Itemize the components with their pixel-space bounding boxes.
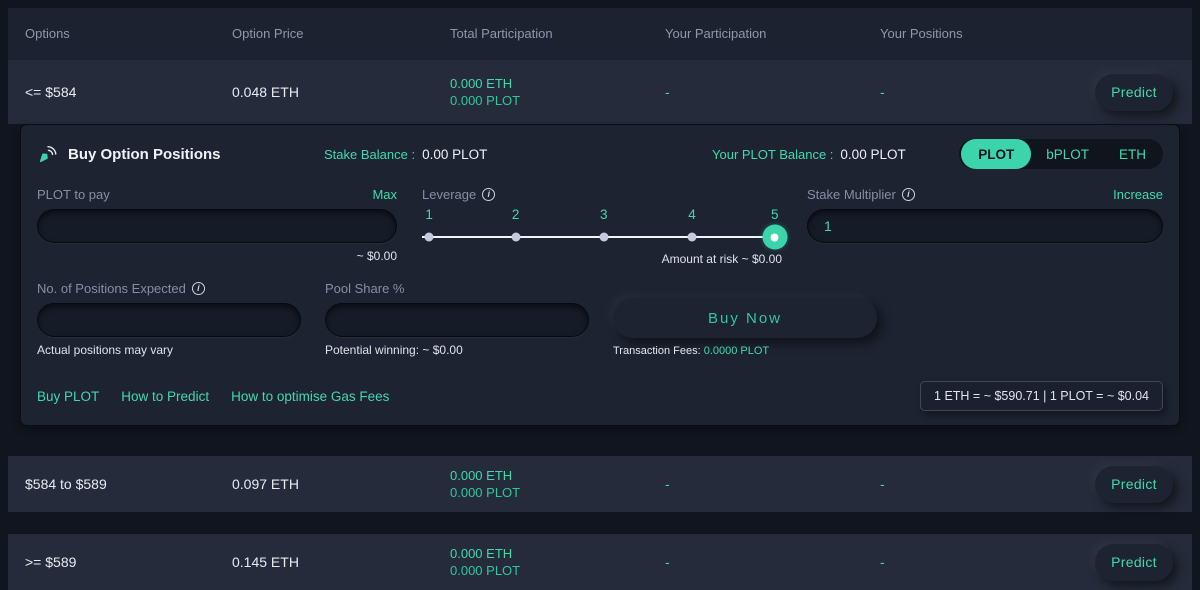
toggle-plot[interactable]: PLOT xyxy=(961,139,1032,169)
table-header: Options Option Price Total Participation… xyxy=(8,8,1192,60)
slider-stop-1[interactable] xyxy=(424,232,434,242)
predict-button[interactable]: Predict xyxy=(1095,543,1173,581)
header-option-price: Option Price xyxy=(232,26,304,41)
currency-toggle: PLOT bPLOT ETH xyxy=(959,139,1163,169)
pay-field-group: PLOT to pay Max ~ $0.00 xyxy=(37,184,397,266)
total-eth: 0.000 ETH xyxy=(450,468,513,483)
leverage-level-1[interactable]: 1 xyxy=(425,207,433,222)
total-eth: 0.000 ETH xyxy=(450,546,513,561)
leverage-level-5[interactable]: 5 xyxy=(771,207,779,222)
table-row: >= $589 0.145 ETH 0.000 ETH 0.000 PLOT -… xyxy=(8,534,1192,590)
optimise-gas-fees-link[interactable]: How to optimise Gas Fees xyxy=(231,389,389,404)
toggle-eth[interactable]: ETH xyxy=(1104,139,1161,169)
max-link[interactable]: Max xyxy=(372,187,397,202)
pool-share-group: Pool Share % Potential winning: ~ $0.00 xyxy=(325,278,589,357)
slider-stop-2[interactable] xyxy=(511,232,521,242)
total-participation: 0.000 ETH 0.000 PLOT xyxy=(450,545,665,579)
pay-input[interactable] xyxy=(37,209,397,243)
pool-share-input[interactable] xyxy=(325,303,589,337)
header-total-participation: Total Participation xyxy=(450,26,553,41)
buy-option-positions-panel: Buy Option Positions Stake Balance : 0.0… xyxy=(20,124,1180,426)
stake-balance-value: 0.00 PLOT xyxy=(422,146,488,162)
toggle-bplot[interactable]: bPLOT xyxy=(1031,139,1104,169)
total-plot: 0.000 PLOT xyxy=(450,485,521,500)
positions-note: Actual positions may vary xyxy=(37,343,174,357)
leverage-info-icon[interactable]: i xyxy=(482,187,496,201)
slider-stop-3[interactable] xyxy=(599,232,609,242)
stake-multiplier-info-icon[interactable]: i xyxy=(901,187,915,201)
slider-thumb[interactable] xyxy=(762,224,788,250)
panel-title: Buy Option Positions xyxy=(68,145,221,163)
how-to-predict-link[interactable]: How to Predict xyxy=(121,389,209,404)
total-plot: 0.000 PLOT xyxy=(450,93,521,108)
predict-button[interactable]: Predict xyxy=(1095,465,1173,503)
buy-now-group: Buy Now Transaction Fees: 0.0000 PLOT xyxy=(613,278,877,357)
leverage-group: Leverage i 1 2 3 4 5 Amount at risk ~ $0… xyxy=(422,184,788,266)
header-your-participation: Your Participation xyxy=(665,26,767,41)
table-row: $584 to $589 0.097 ETH 0.000 ETH 0.000 P… xyxy=(8,456,1192,512)
option-range: $584 to $589 xyxy=(25,476,107,492)
stake-balance-label: Stake Balance : xyxy=(324,146,416,162)
your-participation: - xyxy=(665,476,670,492)
total-participation: 0.000 ETH 0.000 PLOT xyxy=(450,75,665,109)
total-eth: 0.000 ETH xyxy=(450,76,513,91)
option-price: 0.097 ETH xyxy=(232,476,299,492)
header-your-positions: Your Positions xyxy=(880,26,963,41)
option-price: 0.048 ETH xyxy=(232,84,299,100)
positions-expected-info-icon[interactable]: i xyxy=(191,281,205,295)
leverage-level-2[interactable]: 2 xyxy=(512,207,520,222)
plot-balance-value: 0.00 PLOT xyxy=(840,146,906,162)
potential-winning-note: Potential winning: ~ $0.00 xyxy=(325,343,463,357)
option-range: >= $589 xyxy=(25,554,77,570)
plot-balance-label: Your PLOT Balance : xyxy=(712,146,834,162)
pay-usd-estimate: ~ $0.00 xyxy=(356,249,397,263)
exchange-rates: 1 ETH = ~ $590.71 | 1 PLOT = ~ $0.04 xyxy=(920,381,1163,411)
positions-expected-label: No. of Positions Expected xyxy=(37,280,186,296)
buy-positions-icon xyxy=(37,143,59,165)
stake-multiplier-label: Stake Multiplier xyxy=(807,186,896,202)
pool-share-label: Pool Share % xyxy=(325,280,405,296)
option-price: 0.145 ETH xyxy=(232,554,299,570)
buy-now-button[interactable]: Buy Now xyxy=(613,298,877,338)
your-positions: - xyxy=(880,476,885,492)
transaction-fees-value: 0.0000 PLOT xyxy=(703,345,770,357)
stake-multiplier-input[interactable] xyxy=(807,209,1163,243)
total-plot: 0.000 PLOT xyxy=(450,563,521,578)
your-positions: - xyxy=(880,554,885,570)
leverage-level-3[interactable]: 3 xyxy=(600,207,608,222)
amount-at-risk: Amount at risk ~ $0.00 xyxy=(661,252,782,266)
table-row: <= $584 0.048 ETH 0.000 ETH 0.000 PLOT -… xyxy=(8,60,1192,124)
positions-expected-input[interactable] xyxy=(37,303,301,337)
predict-button[interactable]: Predict xyxy=(1095,73,1173,111)
option-range: <= $584 xyxy=(25,84,77,100)
slider-stop-4[interactable] xyxy=(687,232,697,242)
leverage-label: Leverage xyxy=(422,186,477,202)
your-positions: - xyxy=(880,84,885,100)
leverage-level-4[interactable]: 4 xyxy=(688,207,696,222)
buy-plot-link[interactable]: Buy PLOT xyxy=(37,389,99,404)
stake-multiplier-group: Stake Multiplier i Increase xyxy=(807,184,1163,266)
header-options: Options xyxy=(25,26,70,41)
total-participation: 0.000 ETH 0.000 PLOT xyxy=(450,467,665,501)
positions-expected-group: No. of Positions Expected i Actual posit… xyxy=(37,278,301,357)
pay-label: PLOT to pay xyxy=(37,186,110,202)
your-participation: - xyxy=(665,554,670,570)
options-trading-page: Options Option Price Total Participation… xyxy=(0,0,1200,590)
your-participation: - xyxy=(665,84,670,100)
increase-link[interactable]: Increase xyxy=(1113,187,1163,202)
leverage-slider: 1 2 3 4 5 Amount at risk ~ $0.00 xyxy=(422,207,788,266)
transaction-fees-label: Transaction Fees: xyxy=(613,345,701,357)
